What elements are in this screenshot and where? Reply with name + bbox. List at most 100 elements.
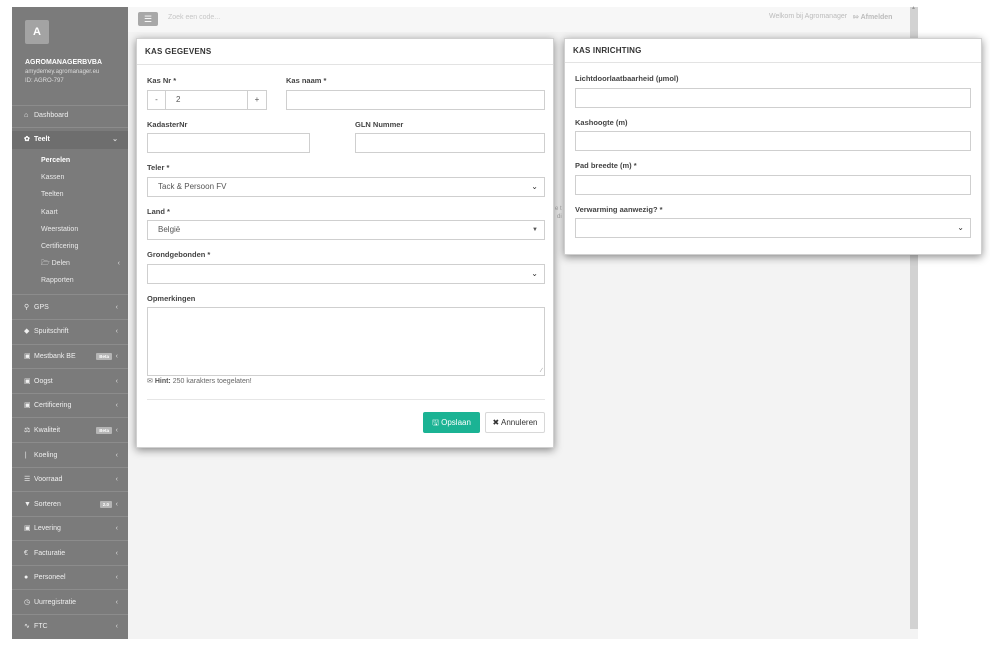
licht-input[interactable] <box>575 88 971 108</box>
sidebar-item-ftc[interactable]: ∿ FTC ‹ <box>12 618 128 636</box>
teler-select[interactable]: Tack & Persoon FV ⌄ <box>147 177 545 197</box>
divider <box>12 294 128 295</box>
sidebar-item-voorraad[interactable]: ☰ Voorraad ‹ <box>12 471 128 489</box>
line-chart-icon: ∿ <box>24 623 30 630</box>
comment-icon: ✉ <box>147 378 155 385</box>
kas-gegevens-panel: KAS GEGEVENS Kas Nr * - 2 + Kas naam * K… <box>136 38 554 448</box>
kas-nr-input[interactable]: 2 <box>165 90 248 110</box>
scroll-up-arrow-icon[interactable]: ▲ <box>911 5 916 11</box>
kashoogte-label: Kashoogte (m) <box>575 118 628 127</box>
sidebar-item-personeel[interactable]: ● Personeel ‹ <box>12 569 128 587</box>
divider <box>12 442 128 443</box>
chevron-left-icon: ‹ <box>115 378 118 385</box>
panel-title: KAS INRICHTING <box>565 39 981 63</box>
hamburger-icon: ☰ <box>143 14 153 24</box>
sidebar-item-sorteren[interactable]: ▼ Sorteren 2.0 ‹ <box>12 496 128 514</box>
sidebar-item-koeling[interactable]: ∣ Koeling ‹ <box>12 447 128 465</box>
sidebar-item-label: Teelt <box>34 136 50 143</box>
pad-breedte-input[interactable] <box>575 175 971 195</box>
kadaster-input[interactable] <box>147 133 310 153</box>
divider <box>12 589 128 590</box>
save-button[interactable]: 🖫 Opslaan <box>423 412 480 433</box>
grondgebonden-select[interactable]: ⌄ <box>147 264 545 284</box>
sidebar-subitem-rapporten[interactable]: Rapporten <box>12 272 128 289</box>
sidebar-item-uurregistratie[interactable]: ◷ Uurregistratie ‹ <box>12 594 128 612</box>
sidebar-item-kwaliteit[interactable]: ⚖ Kwaliteit Beta ‹ <box>12 422 128 440</box>
chevron-left-icon: ‹ <box>115 501 118 508</box>
chevron-left-icon: ‹ <box>115 452 118 459</box>
divider <box>12 344 128 345</box>
kas-naam-input[interactable] <box>286 90 545 110</box>
user-icon: ● <box>24 574 29 581</box>
cancel-button[interactable]: ✖ Annuleren <box>485 412 545 433</box>
sidebar-item-levering[interactable]: ▣ Levering ‹ <box>12 520 128 538</box>
sidebar-item-teelt[interactable]: ✿ Teelt ⌄ <box>12 131 128 149</box>
sidebar-item-label: Dashboard <box>34 112 69 119</box>
gln-input[interactable] <box>355 133 545 153</box>
thermometer-icon: ∣ <box>24 452 28 459</box>
sidebar-item-label: Personeel <box>34 574 66 581</box>
sidebar-subitem-teelten[interactable]: Teelten <box>12 186 128 203</box>
sidebar-item-facturatie[interactable]: € Facturatie ‹ <box>12 545 128 563</box>
sidebar-subitem-kassen[interactable]: Kassen <box>12 169 128 186</box>
sidebar-item-label: Uurregistratie <box>34 599 77 606</box>
divider <box>12 127 128 128</box>
sidebar-subitem-delen[interactable]: 🗁 Delen ‹ <box>12 255 128 272</box>
org-name: AGROMANAGERBVBA <box>25 59 102 66</box>
chevron-left-icon: ‹ <box>115 623 118 630</box>
menu-toggle-button[interactable]: ☰ <box>138 12 158 26</box>
kas-nr-decrement-button[interactable]: - <box>147 90 166 110</box>
land-select[interactable]: België ▼ <box>147 220 545 240</box>
sidebar-item-label: Facturatie <box>34 550 66 557</box>
avatar[interactable]: A <box>25 20 49 44</box>
sidebar-subitem-weerstation[interactable]: Weerstation <box>12 221 128 238</box>
bank-icon: ▣ <box>24 353 31 360</box>
sidebar-item-certificering[interactable]: ▣ Certificering ‹ <box>12 397 128 415</box>
clock-icon: ◷ <box>24 599 31 606</box>
sidebar-item-label: Sorteren <box>34 501 61 508</box>
floppy-icon: 🖫 <box>432 418 442 427</box>
kashoogte-input[interactable] <box>575 131 971 151</box>
kadaster-label: KadasterNr <box>147 120 188 129</box>
kas-naam-label: Kas naam * <box>286 76 327 85</box>
sidebar-item-mestbank[interactable]: ▣ Mestbank BE Beta ‹ <box>12 348 128 366</box>
truck-icon: ▣ <box>24 525 31 532</box>
sidebar-item-oogst[interactable]: ▣ Oogst ‹ <box>12 373 128 391</box>
sidebar-item-label: Koeling <box>34 452 58 459</box>
chevron-down-icon: ⌄ <box>957 223 964 232</box>
sidebar-item-dashboard[interactable]: ⌂ Dashboard <box>12 107 128 125</box>
chevron-left-icon: ‹ <box>115 476 118 483</box>
chevron-down-icon: ⌄ <box>112 136 118 143</box>
sidebar-item-label: Voorraad <box>34 476 63 483</box>
kas-nr-increment-button[interactable]: + <box>247 90 267 110</box>
search-input[interactable]: Zoek een code... <box>168 14 220 21</box>
version-badge: 2.0 <box>99 501 112 508</box>
opmerkingen-textarea[interactable]: ∕ <box>147 307 545 376</box>
welcome-text: Welkom bij Agromanager <box>769 13 848 20</box>
licht-label: Lichtdoorlaatbaarheid (µmol) <box>575 74 679 83</box>
sidebar-item-spuitschrift[interactable]: ◆ Spuitschrift ‹ <box>12 323 128 341</box>
panel-title: KAS GEGEVENS <box>137 39 553 65</box>
verwarming-select[interactable]: ⌄ <box>575 218 971 238</box>
sidebar-item-label: GPS <box>34 304 49 311</box>
divider <box>12 540 128 541</box>
euro-icon: € <box>24 550 28 557</box>
sidebar-item-label: Spuitschrift <box>34 328 69 335</box>
sidebar-item-label: Mestbank BE <box>34 353 76 360</box>
sidebar-item-label: FTC <box>34 623 48 630</box>
sidebar-item-gps[interactable]: ⚲ GPS ‹ <box>12 299 128 317</box>
beta-badge: Beta <box>96 427 112 434</box>
chevron-left-icon: ‹ <box>115 525 118 532</box>
resize-grip-icon[interactable]: ∕ <box>541 368 542 374</box>
sidebar-item-label: Certificering <box>34 402 72 409</box>
sidebar-item-label: Kwaliteit <box>34 427 61 434</box>
home-icon: ⌂ <box>24 112 29 119</box>
sidebar-item-label: Levering <box>34 525 61 532</box>
background-text: e t <box>555 206 562 212</box>
sidebar-subitem-certificering[interactable]: Certificering <box>12 238 128 255</box>
list-icon: ☰ <box>24 476 31 483</box>
logout-link[interactable]: ⇰ Afmelden <box>853 13 892 21</box>
sidebar-subitem-kaart[interactable]: Kaart <box>12 204 128 221</box>
verwarming-label: Verwarming aanwezig? * <box>575 205 663 214</box>
sidebar-subitem-percelen[interactable]: Percelen <box>12 152 128 169</box>
